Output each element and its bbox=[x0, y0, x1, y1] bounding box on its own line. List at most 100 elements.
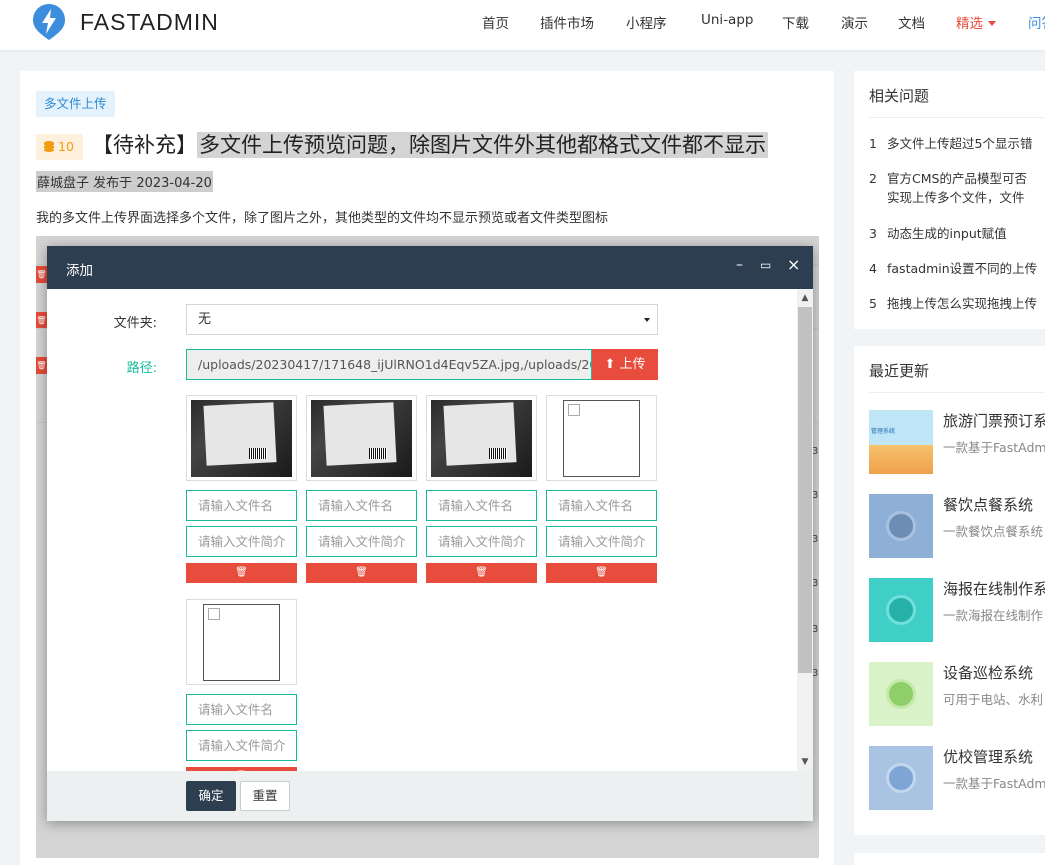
dialog-scrollbar[interactable]: ▲ ▼ bbox=[797, 289, 813, 771]
file-intro-input[interactable]: 请输入文件简介 bbox=[306, 526, 417, 557]
file-name-input[interactable]: 请输入文件名 bbox=[186, 490, 297, 521]
nav-demo[interactable]: 演示 bbox=[841, 12, 868, 32]
nav-uniapp[interactable]: Uni-app bbox=[701, 12, 753, 28]
recent-item[interactable]: 管理系统 旅游门票预订系 一款基于FastAdm bbox=[869, 410, 1045, 474]
published-label: 发布于 bbox=[93, 176, 133, 191]
bg-delete-icon: 🗑 bbox=[36, 266, 47, 283]
nav-featured[interactable]: 精选 bbox=[956, 12, 996, 32]
scroll-up-icon[interactable]: ▲ bbox=[800, 293, 810, 303]
product-desc: 一款餐饮点餐系统 bbox=[943, 524, 1044, 539]
image-preview[interactable] bbox=[186, 395, 297, 481]
product-desc: 可用于电站、水利 bbox=[943, 692, 1044, 707]
file-name-input[interactable]: 请输入文件名 bbox=[546, 490, 657, 521]
dialog-footer: 确定 重置 bbox=[47, 771, 813, 821]
recent-updates-panel: 最近更新 管理系统 旅游门票预订系 一款基于FastAdm 餐饮点餐系统 一款餐… bbox=[854, 346, 1045, 835]
file-intro-input[interactable]: 请输入文件简介 bbox=[186, 526, 297, 557]
folder-select[interactable]: 无 bbox=[186, 304, 658, 335]
nav-docs[interactable]: 文档 bbox=[898, 12, 925, 32]
item-number: 4 bbox=[869, 261, 877, 276]
recent-item[interactable]: 餐饮点餐系统 一款餐饮点餐系统 bbox=[869, 494, 1045, 558]
item-text-line2: 实现上传多个文件，文件 bbox=[887, 190, 1025, 205]
trash-icon: 🗑 bbox=[475, 567, 488, 578]
scroll-down-icon[interactable]: ▼ bbox=[800, 757, 810, 767]
topic-tag[interactable]: 多文件上传 bbox=[36, 91, 115, 117]
photo-thumbnail bbox=[431, 400, 532, 477]
nav-plugin-market[interactable]: 插件市场 bbox=[540, 12, 594, 32]
trash-icon: 🗑 bbox=[235, 567, 248, 578]
product-thumbnail bbox=[869, 494, 933, 558]
maximize-icon[interactable]: ▭ bbox=[760, 258, 771, 272]
coins-icon bbox=[44, 141, 54, 152]
bg-delete-icon: 🗑 bbox=[36, 312, 47, 329]
file-name-input[interactable]: 请输入文件名 bbox=[186, 694, 297, 725]
file-intro-input[interactable]: 请输入文件简介 bbox=[426, 526, 537, 557]
bounty-badge: 10 bbox=[36, 134, 83, 160]
item-number: 5 bbox=[869, 296, 877, 311]
photo-thumbnail bbox=[311, 400, 412, 477]
image-preview[interactable] bbox=[306, 395, 417, 481]
related-item[interactable]: 4 fastadmin设置不同的上传 bbox=[869, 259, 1037, 278]
broken-file-placeholder bbox=[563, 400, 640, 477]
trash-icon: 🗑 bbox=[355, 567, 368, 578]
photo-barcode bbox=[249, 448, 267, 459]
path-input[interactable]: /uploads/20230417/171648_ijUlRNO1d4Eqv5Z… bbox=[186, 349, 592, 380]
broken-file-placeholder bbox=[203, 604, 280, 681]
close-icon[interactable]: × bbox=[787, 255, 800, 274]
brand-name[interactable]: FASTADMIN bbox=[80, 9, 219, 36]
product-title: 旅游门票预订系 bbox=[943, 412, 1045, 430]
broken-image-icon bbox=[208, 608, 220, 620]
product-title: 优校管理系统 bbox=[943, 748, 1034, 766]
related-item[interactable]: 1 多文件上传超过5个显示错 bbox=[869, 134, 1032, 153]
add-dialog: 添加 – ▭ × 文件夹: 无 路径: /uploads/20230417/17… bbox=[47, 246, 813, 821]
file-intro-input[interactable]: 请输入文件简介 bbox=[186, 730, 297, 761]
author[interactable]: 薛城盘子 bbox=[37, 176, 89, 191]
title-prefix: 【待补充】 bbox=[92, 133, 197, 157]
photo-barcode bbox=[369, 448, 387, 459]
delete-button[interactable]: 🗑 bbox=[426, 563, 537, 583]
nav-qa[interactable]: 问答 bbox=[1028, 12, 1045, 32]
recent-item[interactable]: 设备巡检系统 可用于电站、水利 bbox=[869, 662, 1045, 726]
item-text: 拖拽上传怎么实现拖拽上传 bbox=[887, 296, 1038, 311]
related-item[interactable]: 3 动态生成的input赋值 bbox=[869, 224, 1007, 243]
recent-item[interactable]: 优校管理系统 一款基于FastAdm bbox=[869, 746, 1045, 810]
trash-icon: 🗑 bbox=[595, 567, 608, 578]
nav-home[interactable]: 首页 bbox=[482, 12, 509, 32]
lightning-logo-icon[interactable] bbox=[32, 3, 66, 41]
minimize-icon[interactable]: – bbox=[736, 257, 743, 273]
image-preview[interactable] bbox=[426, 395, 537, 481]
photo-thumbnail bbox=[191, 400, 292, 477]
related-item[interactable]: 5 拖拽上传怎么实现拖拽上传 bbox=[869, 294, 1037, 313]
post-meta: 薛城盘子 发布于 2023-04-20 bbox=[36, 171, 213, 192]
top-navbar: FASTADMIN 首页 插件市场 小程序 Uni-app 下载 演示 文档 精… bbox=[0, 0, 1045, 50]
question-description: 我的多文件上传界面选择多个文件，除了图片之外，其他类型的文件均不显示预览或者文件… bbox=[36, 211, 609, 226]
recent-item[interactable]: 海报在线制作系 一款海报在线制作 bbox=[869, 578, 1045, 642]
menu-icon bbox=[886, 511, 916, 541]
product-thumbnail: 管理系统 bbox=[869, 410, 933, 474]
delete-button[interactable]: 🗑 bbox=[546, 563, 657, 583]
thumb-label: 管理系统 bbox=[871, 428, 896, 435]
upload-icon: ⬆ bbox=[604, 357, 620, 372]
scroll-thumb[interactable] bbox=[798, 307, 812, 673]
product-title: 设备巡检系统 bbox=[943, 664, 1034, 682]
nav-download[interactable]: 下载 bbox=[782, 12, 809, 32]
reset-button[interactable]: 重置 bbox=[240, 781, 290, 811]
delete-button[interactable]: 🗑 bbox=[186, 563, 297, 583]
file-preview[interactable] bbox=[186, 599, 297, 685]
file-preview[interactable] bbox=[546, 395, 657, 481]
file-intro-input[interactable]: 请输入文件简介 bbox=[546, 526, 657, 557]
nav-mini-program[interactable]: 小程序 bbox=[626, 12, 667, 32]
caret-down-icon bbox=[988, 21, 996, 26]
confirm-button[interactable]: 确定 bbox=[186, 781, 236, 811]
product-title: 海报在线制作系 bbox=[943, 580, 1045, 598]
file-name-input[interactable]: 请输入文件名 bbox=[426, 490, 537, 521]
delete-button[interactable]: 🗑 bbox=[306, 563, 417, 583]
related-item[interactable]: 2 官方CMS的产品模型可否 实现上传多个文件，文件 bbox=[869, 169, 1027, 207]
related-questions-panel: 相关问题 1 多文件上传超过5个显示错 2 官方CMS的产品模型可否 实现上传多个文件… bbox=[854, 71, 1045, 329]
product-thumbnail bbox=[869, 662, 933, 726]
folder-label: 文件夹: bbox=[113, 316, 157, 331]
item-text: 官方CMS的产品模型可否 bbox=[887, 171, 1027, 186]
item-text: 多文件上传超过5个显示错 bbox=[887, 136, 1033, 151]
file-name-input[interactable]: 请输入文件名 bbox=[306, 490, 417, 521]
upload-button[interactable]: ⬆ 上传 bbox=[592, 349, 658, 380]
question-panel: 多文件上传 10 【待补充】多文件上传预览问题，除图片文件外其他都格式文件都不显… bbox=[20, 71, 834, 865]
